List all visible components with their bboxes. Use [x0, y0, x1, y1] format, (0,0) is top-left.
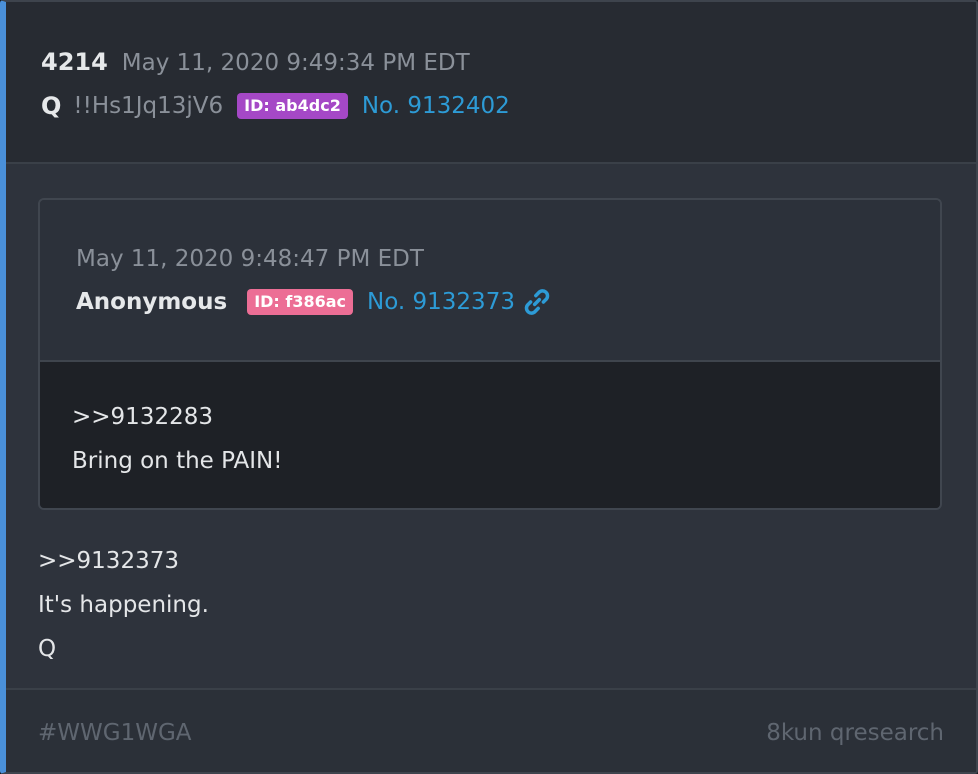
post-signature: Q: [38, 636, 57, 662]
quoted-post-text: Bring on the PAIN!: [72, 448, 283, 474]
link-icon[interactable]: [523, 288, 551, 316]
quoted-post-number-link[interactable]: No. 9132373: [367, 289, 515, 315]
q-post-card: 4214 May 11, 2020 9:49:34 PM EDT Q !!Hs1…: [0, 0, 978, 774]
post-author: Q: [41, 92, 62, 120]
hashtag-label: #WWG1WGA: [38, 720, 192, 746]
quoted-post-id-badge: ID: f386ac: [247, 289, 354, 315]
post-tripcode: !!Hs1Jq13jV6: [73, 93, 224, 119]
post-text-line: It's happening.: [38, 592, 209, 618]
quoted-post: May 11, 2020 9:48:47 PM EDT Anonymous ID…: [38, 198, 942, 510]
quoted-post-author-row: Anonymous ID: f386ac No. 9132373: [76, 288, 551, 316]
quoted-post-date: May 11, 2020 9:48:47 PM EDT: [76, 246, 424, 272]
quoted-post-reply-ref[interactable]: >>9132283: [72, 404, 213, 430]
post-number: 4214: [41, 48, 108, 76]
post-reply-ref[interactable]: >>9132373: [38, 548, 179, 574]
post-date: May 11, 2020 9:49:34 PM EDT: [121, 50, 470, 76]
post-id-badge: ID: ab4dc2: [237, 93, 348, 119]
source-label: 8kun qresearch: [766, 720, 944, 746]
post-header: 4214 May 11, 2020 9:49:34 PM EDT Q !!Hs1…: [6, 2, 976, 164]
post-meta-row: 4214 May 11, 2020 9:49:34 PM EDT: [41, 48, 470, 76]
quoted-post-author: Anonymous: [76, 289, 228, 315]
post-author-row: Q !!Hs1Jq13jV6 ID: ab4dc2 No. 9132402: [41, 92, 510, 120]
quoted-post-body: >>9132283 Bring on the PAIN!: [40, 362, 940, 508]
post-footer: #WWG1WGA 8kun qresearch: [6, 688, 976, 772]
post-number-link[interactable]: No. 9132402: [362, 93, 510, 119]
quoted-post-header: May 11, 2020 9:48:47 PM EDT Anonymous ID…: [40, 200, 940, 362]
